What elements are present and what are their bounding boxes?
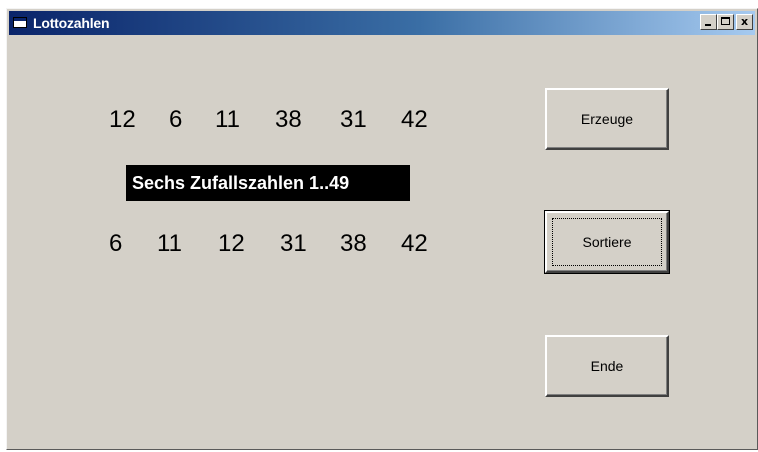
sort-button[interactable]: Sortiere (544, 210, 670, 274)
sorted-number: 38 (340, 230, 367, 257)
sorted-number: 6 (109, 230, 123, 257)
random-number: 31 (340, 106, 367, 133)
random-number: 42 (401, 106, 428, 133)
random-number: 6 (169, 106, 183, 133)
end-button-label: Ende (590, 358, 624, 374)
title-buttons: x (700, 14, 753, 30)
sorted-number: 42 (401, 230, 428, 257)
title-bar[interactable]: Lottozahlen x (9, 11, 755, 35)
caption-label: Sechs Zufallszahlen 1..49 (126, 165, 410, 201)
sorted-number: 31 (280, 230, 307, 257)
sort-button-label: Sortiere (582, 234, 632, 250)
close-icon: x (740, 15, 749, 28)
generate-button[interactable]: Erzeuge (545, 88, 669, 150)
minimize-icon (705, 24, 711, 26)
minimize-button[interactable] (700, 14, 717, 30)
app-icon[interactable] (13, 16, 29, 30)
maximize-button[interactable] (717, 14, 734, 30)
window-title: Lottozahlen (33, 15, 110, 31)
random-number: 38 (275, 106, 302, 133)
close-button[interactable]: x (736, 14, 753, 30)
random-number: 11 (215, 106, 240, 133)
random-number: 12 (109, 106, 136, 133)
sorted-number: 12 (218, 230, 245, 257)
generate-button-label: Erzeuge (580, 111, 634, 127)
sorted-number: 11 (157, 230, 182, 257)
end-button[interactable]: Ende (545, 335, 669, 397)
lottozahlen-window: Lottozahlen x 12 6 11 38 31 42 Sechs Zuf… (6, 8, 758, 450)
maximize-icon (721, 17, 730, 25)
